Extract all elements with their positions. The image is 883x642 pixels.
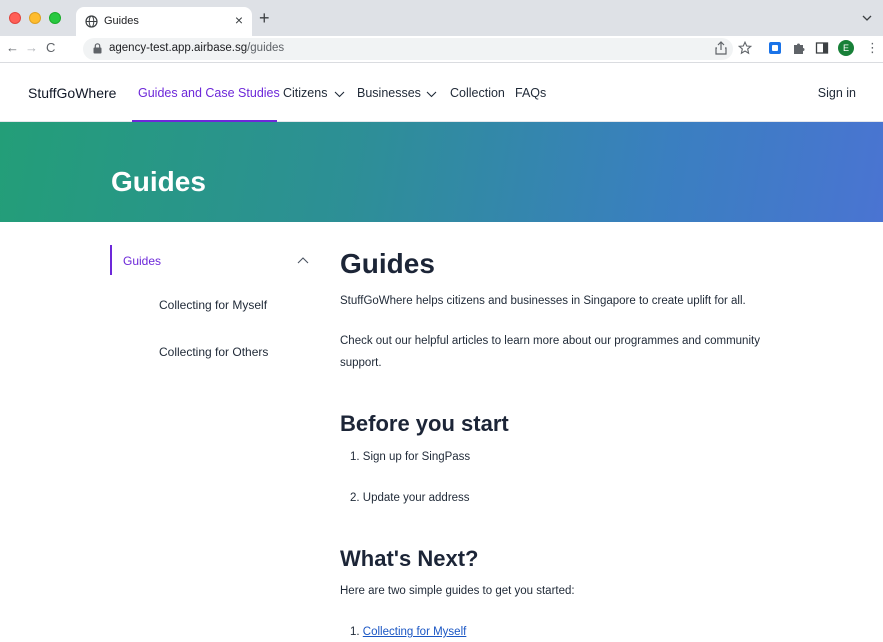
list-item: 1. Sign up for SingPass bbox=[350, 451, 471, 463]
chevron-down-icon[interactable] bbox=[334, 91, 345, 98]
sidebar-item-guides[interactable]: Guides bbox=[123, 254, 161, 268]
browser-menu-icon[interactable]: ⋮ bbox=[866, 40, 879, 56]
hero-banner: Guides bbox=[0, 122, 883, 222]
nav-faqs[interactable]: FAQs bbox=[515, 86, 546, 100]
sidebar-item-collecting-for-others[interactable]: Collecting for Others bbox=[159, 345, 268, 359]
tab-search-chevron-icon[interactable] bbox=[861, 12, 873, 24]
tab-close-icon[interactable]: × bbox=[235, 13, 243, 27]
url-text: agency-test.app.airbase.sg/guides bbox=[109, 42, 284, 54]
new-tab-button[interactable]: + bbox=[259, 9, 270, 27]
whats-next-heading: What's Next? bbox=[340, 546, 479, 571]
brand-logo-text[interactable]: StuffGoWhere bbox=[28, 85, 116, 101]
url-path: /guides bbox=[247, 42, 285, 54]
profile-avatar[interactable]: E bbox=[838, 40, 854, 56]
sidepanel-icon[interactable] bbox=[815, 41, 829, 55]
forward-button[interactable]: → bbox=[25, 40, 38, 56]
intro-paragraph-2: Check out our helpful articles to learn … bbox=[340, 335, 760, 369]
close-window-button[interactable] bbox=[9, 12, 21, 24]
nav-guides-and-case-studies[interactable]: Guides and Case Studies bbox=[138, 86, 280, 100]
puzzle-icon[interactable] bbox=[792, 41, 806, 55]
tab-title: Guides bbox=[104, 15, 139, 27]
address-bar[interactable]: agency-test.app.airbase.sg/guides bbox=[83, 38, 733, 60]
star-icon[interactable] bbox=[738, 41, 752, 55]
minimize-window-button[interactable] bbox=[29, 12, 41, 24]
reload-button[interactable]: C bbox=[46, 40, 55, 56]
nav-citizens[interactable]: Citizens bbox=[283, 86, 327, 100]
before-you-start-heading: Before you start bbox=[340, 411, 509, 436]
url-host: agency-test.app.airbase.sg bbox=[109, 42, 248, 54]
chevron-up-icon[interactable] bbox=[297, 256, 309, 264]
collecting-for-myself-link[interactable]: Collecting for Myself bbox=[363, 626, 467, 638]
maximize-window-button[interactable] bbox=[49, 12, 61, 24]
page-title: Guides bbox=[340, 248, 435, 279]
browser-tab-bar: Guides × + bbox=[0, 0, 883, 36]
intro-paragraph: StuffGoWhere helps citizens and business… bbox=[340, 295, 746, 307]
list-item: 2. Update your address bbox=[350, 492, 470, 504]
sidebar-active-indicator bbox=[110, 245, 112, 275]
nav-collection[interactable]: Collection bbox=[450, 86, 505, 100]
share-icon[interactable] bbox=[714, 41, 728, 55]
sidebar-item-collecting-for-myself[interactable]: Collecting for Myself bbox=[159, 298, 267, 312]
list-item: 1. Collecting for Myself bbox=[350, 626, 466, 638]
nav-businesses[interactable]: Businesses bbox=[357, 86, 421, 100]
whats-next-paragraph: Here are two simple guides to get you st… bbox=[340, 585, 575, 597]
extension-app-icon[interactable] bbox=[768, 41, 782, 55]
back-button[interactable]: ← bbox=[6, 40, 19, 56]
hero-title: Guides bbox=[111, 166, 206, 197]
globe-icon bbox=[85, 15, 98, 28]
sign-in-link[interactable]: Sign in bbox=[818, 86, 856, 100]
site-header: StuffGoWhere Guides and Case Studies Cit… bbox=[0, 64, 883, 122]
chevron-down-icon[interactable] bbox=[426, 91, 437, 98]
list-number: 1. bbox=[350, 626, 363, 638]
lock-icon[interactable] bbox=[93, 43, 102, 54]
browser-toolbar: ← → C agency-test.app.airbase.sg/guides … bbox=[0, 36, 883, 63]
browser-tab[interactable]: Guides × bbox=[76, 7, 252, 36]
